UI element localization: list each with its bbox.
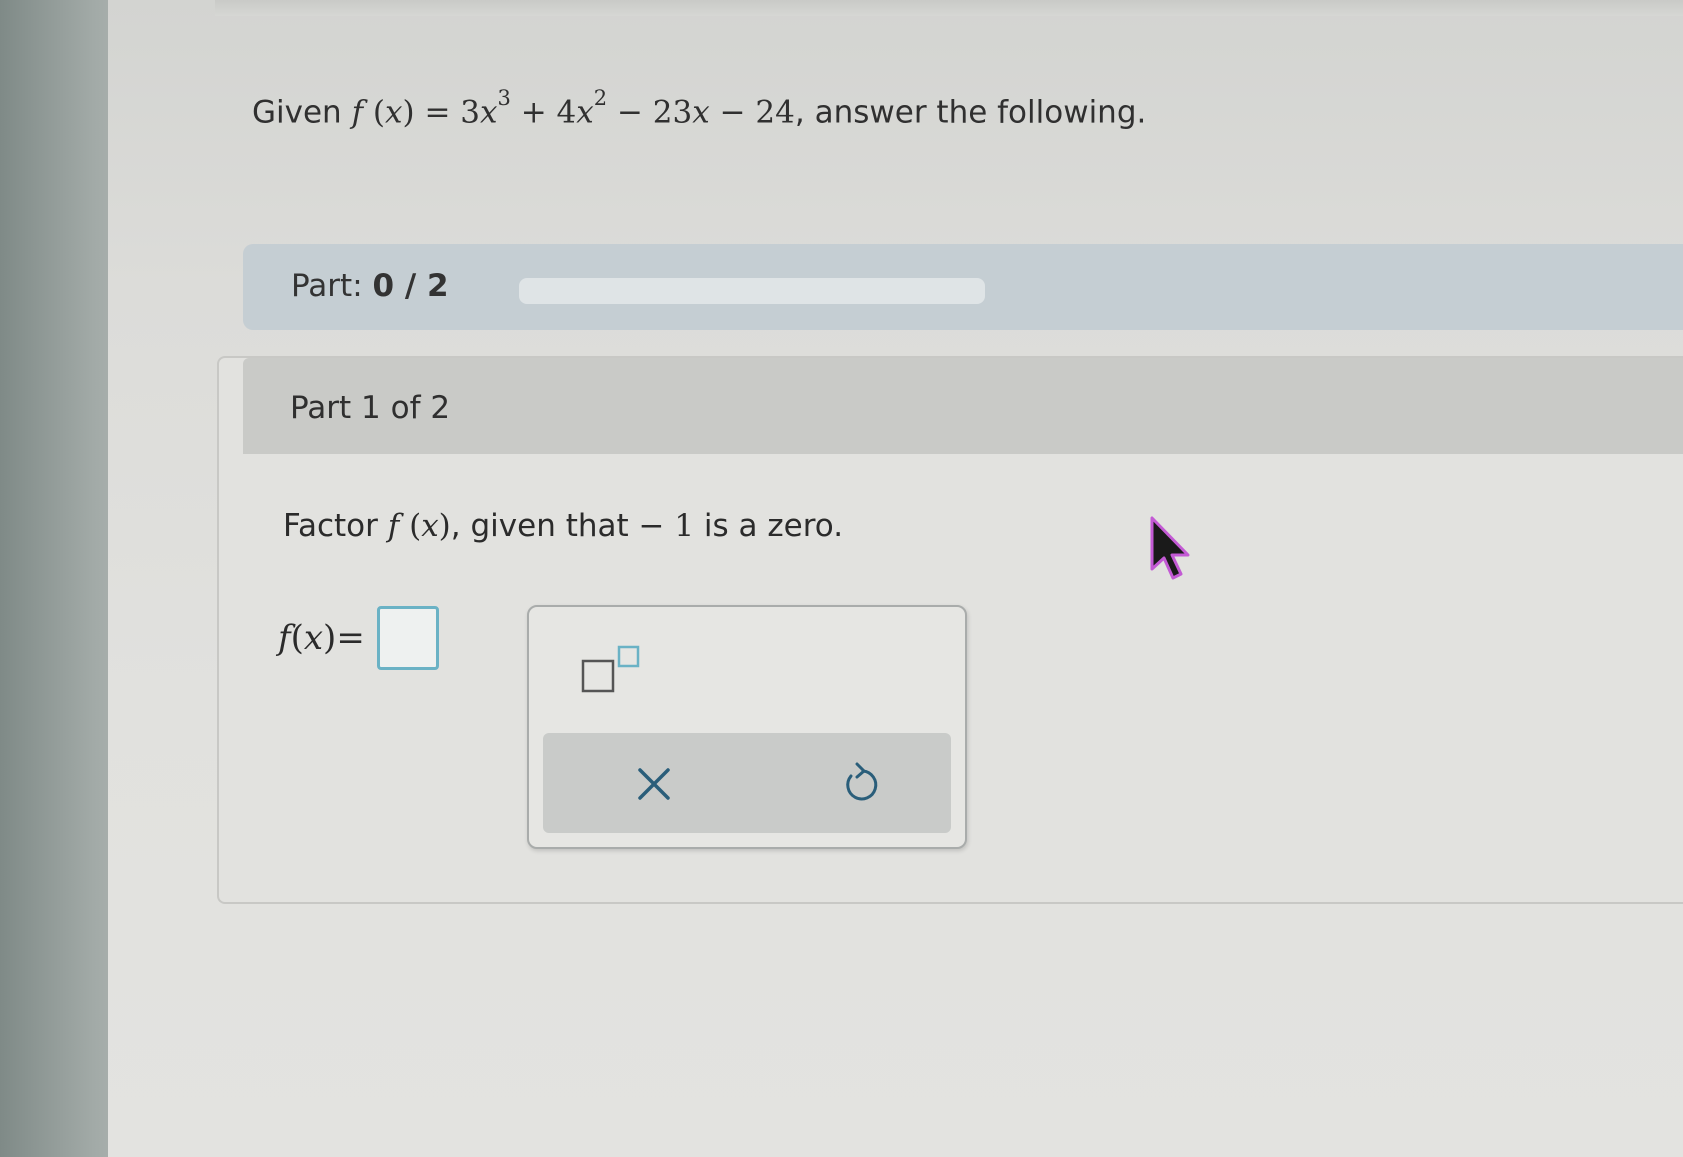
instruction-mid: , given that — [450, 508, 639, 544]
question-suffix: , answer the following. — [794, 94, 1147, 131]
part-progress-bar: Part: 0 / 2 — [243, 244, 1683, 330]
paren-open: ( — [399, 508, 422, 544]
part-instruction: Factor f (x), given that − 1 is a zero. — [283, 508, 843, 544]
answer-input[interactable] — [376, 606, 439, 670]
paren-open: ( — [363, 94, 385, 131]
function-name: f — [387, 508, 400, 544]
term-24: − 24 — [709, 94, 795, 131]
term-4: + 4 — [510, 94, 577, 131]
paren-close: ) — [402, 94, 415, 131]
zero-value: − 1 — [638, 508, 695, 544]
question-prefix: Given — [252, 94, 352, 131]
answer-function-name: f — [278, 618, 291, 658]
paren-close: ) — [323, 618, 337, 658]
part-progress-value: 0 / 2 — [372, 268, 449, 304]
top-strip — [215, 0, 1683, 16]
part-progress-prefix: Part: — [291, 268, 373, 304]
undo-icon[interactable] — [835, 759, 885, 809]
term-3: = 3 — [414, 94, 480, 131]
variable-x: x — [576, 94, 594, 131]
variable-x: x — [303, 618, 324, 658]
exponent-3: 3 — [497, 86, 511, 110]
clear-icon[interactable] — [629, 759, 679, 809]
part-progress-label: Part: 0 / 2 — [291, 268, 449, 304]
part-header-title: Part 1 of 2 — [290, 390, 451, 426]
paren-close: ) — [438, 508, 451, 544]
exponent-2: 2 — [593, 86, 608, 110]
question-text: Given f (x) = 3x3 + 4x2 − 23x − 24, answ… — [252, 86, 1147, 131]
variable-x: x — [421, 508, 439, 544]
part-header: Part 1 of 2 — [243, 358, 1683, 454]
progress-track — [519, 278, 985, 304]
superscript-icon[interactable] — [581, 645, 645, 695]
instruction-suffix: is a zero. — [694, 508, 844, 544]
term-23: − 23 — [607, 94, 693, 131]
variable-x: x — [692, 94, 710, 131]
equals-sign: = — [336, 618, 365, 658]
function-name: f — [351, 94, 364, 131]
instruction-prefix: Factor — [283, 508, 388, 544]
answer-row: f (x) = — [278, 606, 439, 670]
palette-actions — [543, 733, 951, 833]
mouse-pointer-icon — [1148, 515, 1196, 583]
math-palette — [527, 605, 967, 849]
variable-x: x — [480, 94, 498, 131]
variable-x: x — [385, 94, 403, 131]
paren-open: ( — [290, 618, 304, 658]
